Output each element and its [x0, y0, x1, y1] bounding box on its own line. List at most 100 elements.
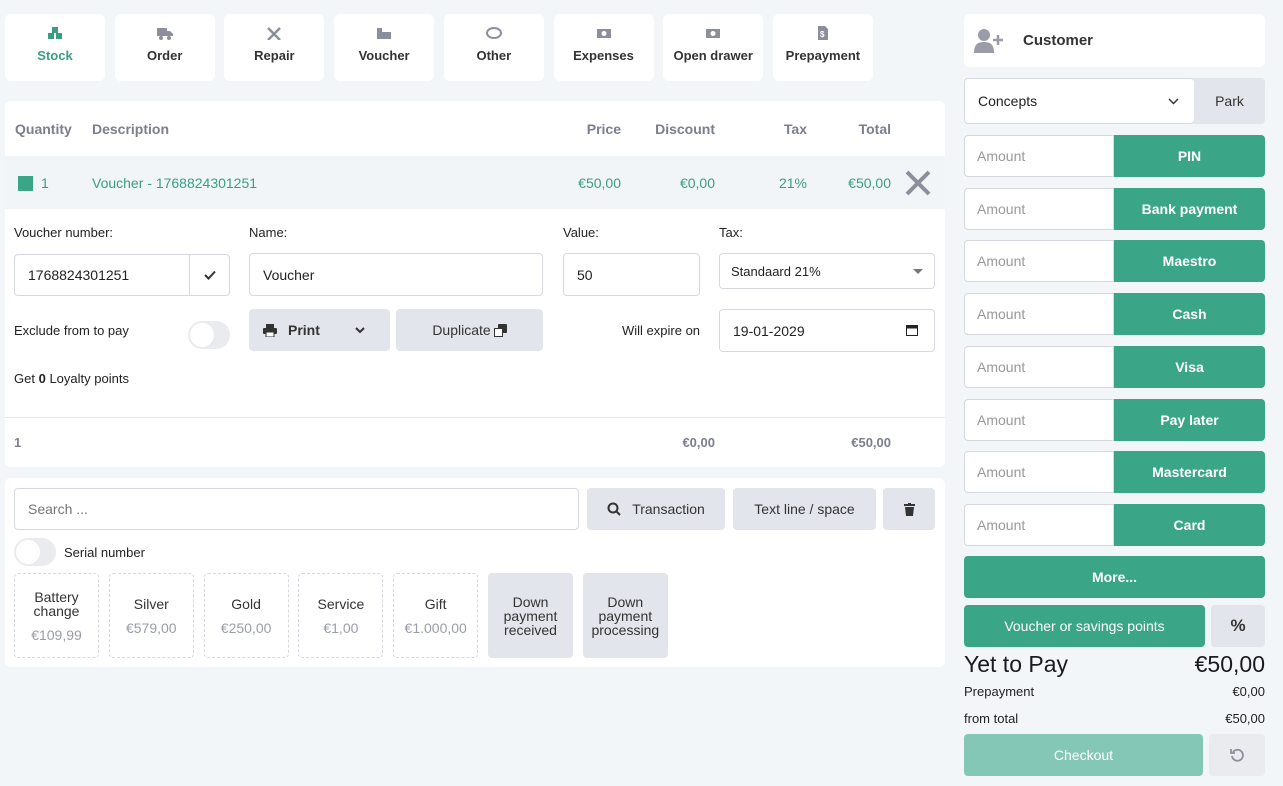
- quick-item-name: Down payment received: [503, 593, 558, 638]
- quick-item[interactable]: Silver €579,00: [108, 573, 194, 658]
- voucher-icon: [376, 26, 392, 40]
- amount-input[interactable]: Amount: [964, 240, 1114, 283]
- more-button[interactable]: More...: [964, 556, 1265, 598]
- check-icon: [204, 270, 216, 280]
- text-line-button[interactable]: Text line / space: [733, 488, 876, 530]
- tab-voucher[interactable]: Voucher: [334, 14, 435, 81]
- payment-row: Amount Mastercard: [964, 451, 1265, 494]
- expire-date-value: 19-01-2029: [733, 322, 805, 339]
- amount-input[interactable]: Amount: [964, 503, 1114, 546]
- print-button[interactable]: Print: [249, 309, 390, 351]
- quick-item[interactable]: Down payment processing: [582, 573, 668, 658]
- name-input[interactable]: Voucher: [249, 253, 543, 296]
- payment-method-button[interactable]: Mastercard: [1114, 451, 1265, 494]
- header-quantity: Quantity: [15, 121, 72, 137]
- print-label: Print: [288, 322, 320, 338]
- transaction-button[interactable]: Transaction: [587, 488, 725, 530]
- caret-down-icon: [913, 269, 923, 279]
- voucher-savings-button[interactable]: Voucher or savings points: [964, 605, 1205, 647]
- value-value: 50: [577, 266, 593, 283]
- tab-expenses[interactable]: Expenses: [553, 14, 654, 81]
- boxes-icon: [47, 26, 63, 40]
- payment-method-button[interactable]: Card: [1114, 503, 1265, 546]
- payment-method-button[interactable]: Cash: [1114, 293, 1265, 336]
- payment-method-button[interactable]: PIN: [1114, 135, 1265, 177]
- amount-input[interactable]: Amount: [964, 345, 1114, 388]
- tab-stock[interactable]: Stock: [5, 14, 105, 81]
- tab-order[interactable]: Order: [114, 14, 215, 81]
- expire-date-input[interactable]: 19-01-2029: [719, 309, 935, 352]
- discount-percent-button[interactable]: %: [1211, 605, 1265, 647]
- quick-item-name: Silver: [133, 595, 169, 612]
- tab-label: Voucher: [358, 48, 410, 63]
- quick-item-price: €579,00: [125, 619, 177, 636]
- total-amount: €50,00: [851, 435, 891, 450]
- header-description: Description: [92, 121, 170, 137]
- tab-label: Stock: [37, 48, 73, 63]
- prepayment-label: Prepayment: [964, 684, 1035, 699]
- invoice-icon: $: [815, 26, 831, 40]
- truck-icon: [156, 26, 173, 40]
- quick-item-price: €109,99: [31, 626, 82, 643]
- payment-row: Amount Bank payment: [964, 187, 1265, 230]
- header-tax: Tax: [783, 121, 807, 137]
- amount-input[interactable]: Amount: [964, 451, 1114, 494]
- tab-other[interactable]: Other: [443, 14, 544, 81]
- tab-label: Order: [146, 48, 183, 63]
- payment-method-button[interactable]: Visa: [1114, 345, 1265, 388]
- amount-input[interactable]: Amount: [964, 135, 1114, 177]
- quick-item[interactable]: Down payment received: [488, 573, 573, 658]
- name-value: Voucher: [263, 266, 315, 283]
- tab-prepayment[interactable]: $ Prepayment: [772, 14, 873, 81]
- from-total-value: €50,00: [1225, 711, 1265, 726]
- park-button[interactable]: Park: [1194, 78, 1265, 124]
- quick-item[interactable]: Service €1,00: [298, 573, 384, 658]
- search-input[interactable]: [14, 488, 579, 530]
- tax-select[interactable]: Standaard 21%: [719, 253, 935, 289]
- customer-label: Customer: [1023, 32, 1094, 49]
- confirm-voucher-button[interactable]: [189, 254, 230, 296]
- remove-row-icon[interactable]: [904, 169, 932, 197]
- value-input[interactable]: 50: [563, 253, 700, 296]
- payment-method-button[interactable]: Pay later: [1114, 398, 1265, 441]
- payment-row: Amount PIN: [964, 135, 1265, 177]
- row-color-marker: [18, 176, 33, 191]
- loyalty-text: Get 0 Loyalty points: [14, 371, 129, 386]
- exclude-toggle[interactable]: [188, 321, 230, 349]
- amount-input[interactable]: Amount: [964, 187, 1114, 230]
- row-quantity[interactable]: 1: [41, 175, 49, 191]
- concepts-select[interactable]: Concepts: [964, 78, 1195, 124]
- undo-button[interactable]: [1209, 734, 1265, 776]
- payment-row: Amount Visa: [964, 345, 1265, 388]
- checkout-button[interactable]: Checkout: [964, 734, 1203, 776]
- transaction-label: Transaction: [632, 501, 705, 517]
- tab-label: Expenses: [573, 48, 634, 63]
- quick-item-name: Gift: [424, 595, 447, 612]
- exclude-label: Exclude from to pay: [14, 323, 129, 338]
- payment-row: Amount Pay later: [964, 398, 1265, 441]
- add-user-icon: [974, 28, 1003, 53]
- yet-to-pay-label: Yet to Pay: [964, 651, 1069, 677]
- delete-button[interactable]: [883, 488, 935, 530]
- money-icon: [596, 26, 612, 40]
- voucher-number-value: 1768824301251: [28, 267, 130, 283]
- payment-method-button[interactable]: Bank payment: [1114, 187, 1265, 230]
- quick-item[interactable]: Battery change €109,99: [14, 573, 99, 658]
- quick-item-name: Service: [317, 595, 365, 612]
- serial-number-toggle[interactable]: [14, 538, 56, 566]
- duplicate-button[interactable]: Duplicate: [396, 309, 543, 351]
- amount-input[interactable]: Amount: [964, 293, 1114, 336]
- tab-open-drawer[interactable]: Open drawer: [663, 14, 764, 81]
- from-total-label: from total: [964, 711, 1019, 726]
- payment-method-button[interactable]: Maestro: [1114, 240, 1265, 283]
- quick-item[interactable]: Gift €1.000,00: [393, 573, 479, 658]
- customer-button[interactable]: Customer: [964, 14, 1265, 67]
- row-description[interactable]: Voucher - 1768824301251: [92, 175, 257, 191]
- tab-repair[interactable]: Repair: [224, 14, 325, 81]
- amount-input[interactable]: Amount: [964, 398, 1114, 441]
- chevron-down-icon: [1168, 98, 1179, 105]
- name-label: Name:: [249, 225, 288, 240]
- quick-item[interactable]: Gold €250,00: [203, 573, 289, 658]
- row-discount: €0,00: [679, 175, 715, 191]
- header-total: Total: [858, 121, 891, 137]
